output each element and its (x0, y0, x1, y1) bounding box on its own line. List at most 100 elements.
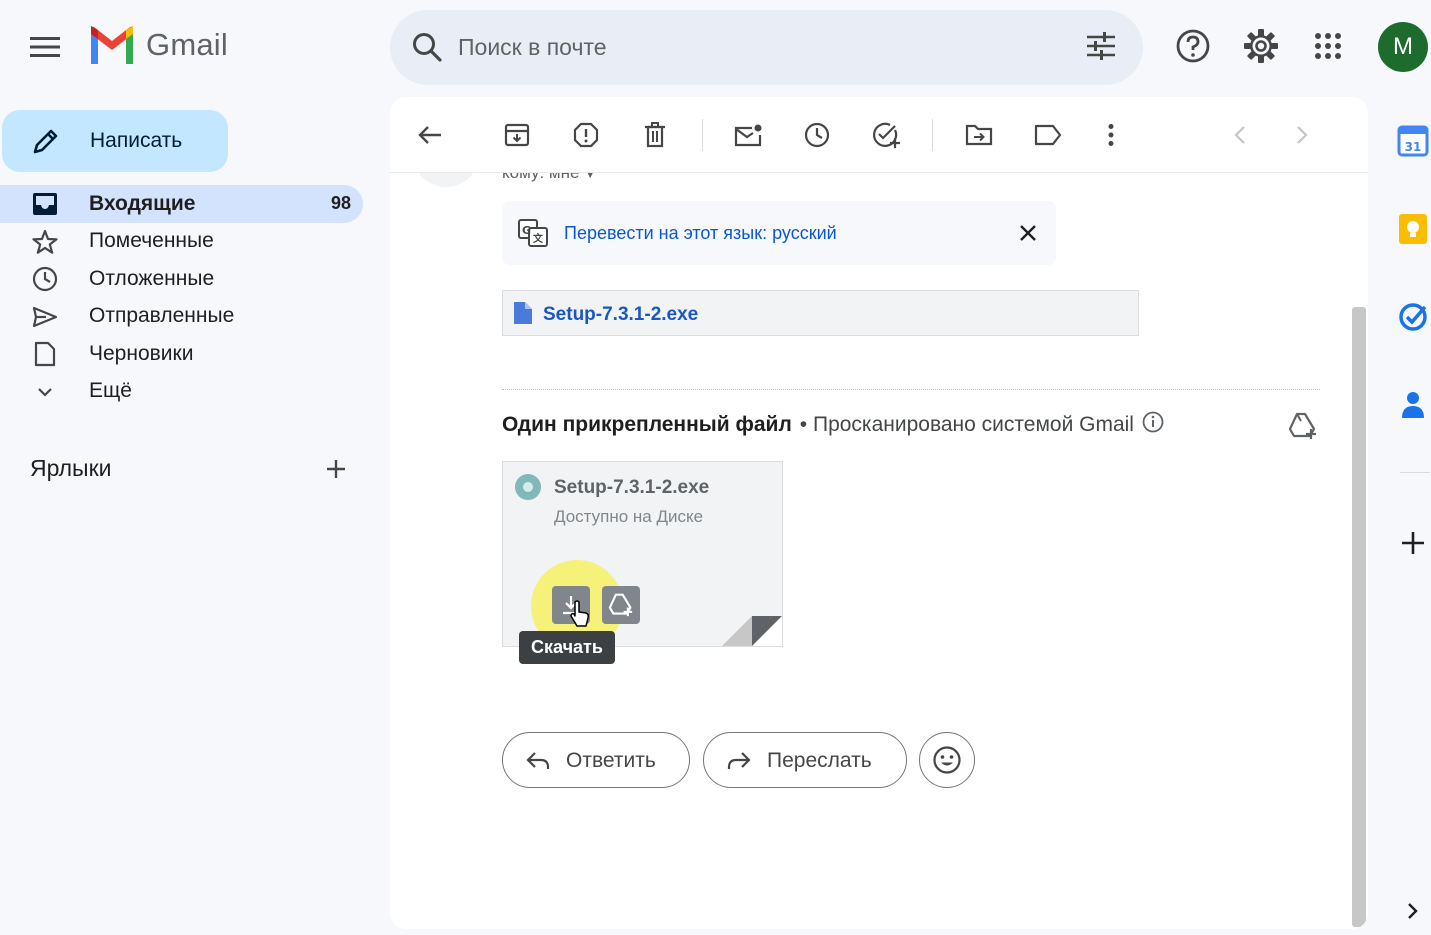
chevron-down-icon (32, 380, 58, 404)
search-button[interactable] (410, 30, 444, 69)
plus-icon (1402, 532, 1424, 554)
calendar-icon: 31 (1397, 125, 1429, 157)
add-to-tasks-button[interactable] (868, 117, 904, 153)
toolbar-divider (702, 119, 703, 151)
snooze-button[interactable] (799, 117, 835, 153)
translate-link[interactable]: Перевести на этот язык: русский (564, 223, 837, 244)
sidebar-item-starred[interactable]: Помеченные (0, 223, 380, 261)
attachments-header: Один прикрепленный файл • Просканировано… (502, 411, 1164, 439)
contacts-app-button[interactable] (1396, 388, 1430, 422)
rail-divider (1400, 472, 1430, 473)
add-to-drive-button[interactable] (602, 586, 640, 624)
search-bar (390, 10, 1143, 85)
info-icon[interactable] (1142, 411, 1164, 439)
sidebar-item-more[interactable]: Ещё (0, 373, 380, 411)
sidebar-item-label: Помеченные (89, 229, 214, 253)
chevron-right-icon (1297, 126, 1308, 144)
calendar-day: 31 (1405, 140, 1422, 154)
compose-label: Написать (90, 129, 183, 152)
star-icon (32, 229, 58, 254)
add-task-icon (873, 122, 900, 148)
reply-icon (526, 752, 550, 769)
pencil-icon (32, 127, 60, 160)
report-spam-button[interactable] (568, 117, 604, 153)
add-to-drive-icon (608, 593, 633, 617)
more-options-button[interactable] (1093, 117, 1129, 153)
sidebar-item-drafts[interactable]: Черновики (0, 335, 380, 373)
translate-icon: G文 (518, 219, 548, 252)
close-translate-button[interactable] (1014, 219, 1042, 247)
scrollbar-thumb[interactable] (1352, 307, 1366, 927)
emoji-reaction-button[interactable] (919, 732, 975, 788)
search-input[interactable] (458, 28, 1058, 66)
close-icon (1020, 225, 1036, 241)
move-to-button[interactable] (961, 117, 997, 153)
pointer-cursor-icon (570, 600, 589, 627)
page-fold-corner (752, 616, 782, 646)
keep-app-button[interactable] (1396, 212, 1430, 246)
sidebar-nav: Входящие 98 Помеченные Отложенные Отправ… (0, 185, 380, 410)
scan-status: • Просканировано системой Gmail (799, 413, 1134, 436)
labels-heading: Ярлыки (30, 455, 112, 481)
unread-count: 98 (330, 193, 351, 214)
search-options-button[interactable] (1085, 30, 1117, 67)
arrow-back-icon (418, 126, 441, 144)
create-label-button[interactable] (322, 455, 350, 483)
file-icon (513, 301, 533, 330)
trash-icon (645, 122, 665, 148)
download-tooltip: Скачать (519, 631, 615, 664)
gmail-m-icon (91, 26, 133, 64)
svg-text:G: G (522, 224, 531, 237)
tune-icon (1087, 32, 1115, 60)
report-icon (573, 122, 599, 148)
inline-file-chip[interactable]: Setup-7.3.1-2.exe (502, 290, 1139, 336)
main-menu-button[interactable] (22, 24, 68, 70)
attachments-title: Один прикрепленный файл (502, 413, 792, 436)
forward-icon (727, 752, 751, 769)
clock-icon (804, 122, 830, 148)
get-addons-button[interactable] (1396, 526, 1430, 560)
sidebar-item-label: Ещё (89, 379, 132, 403)
tasks-app-button[interactable] (1396, 300, 1430, 334)
calendar-app-button[interactable]: 31 (1396, 124, 1430, 158)
reply-label: Ответить (566, 749, 656, 772)
compose-button[interactable]: Написать (2, 110, 228, 172)
delete-button[interactable] (637, 117, 673, 153)
back-button[interactable] (412, 117, 448, 153)
google-apps-button[interactable] (1307, 25, 1349, 67)
sidebar-item-sent[interactable]: Отправленные (0, 298, 380, 336)
reply-button[interactable]: Ответить (502, 732, 690, 788)
gmail-wordmark: Gmail (146, 27, 228, 62)
add-to-drive-icon (1288, 412, 1316, 439)
clock-icon (32, 266, 58, 292)
hamburger-menu-icon (30, 37, 60, 57)
disc-file-icon (515, 474, 541, 500)
attachment-name: Setup-7.3.1-2.exe (554, 477, 710, 498)
sidebar-item-label: Отправленные (89, 304, 235, 328)
save-all-to-drive-button[interactable] (1286, 409, 1320, 443)
forward-button[interactable]: Переслать (703, 732, 907, 788)
settings-button[interactable] (1240, 25, 1282, 67)
chevron-right-icon (1408, 903, 1418, 919)
sidebar-item-inbox[interactable]: Входящие 98 (0, 185, 363, 223)
newer-button[interactable] (1222, 117, 1258, 153)
forward-label: Переслать (767, 749, 872, 772)
account-avatar[interactable]: M (1378, 22, 1428, 72)
mark-unread-button[interactable] (730, 117, 766, 153)
more-vert-icon (1108, 124, 1114, 146)
labels-button[interactable] (1030, 117, 1066, 153)
show-side-panel-button[interactable] (1396, 894, 1430, 928)
page-fold-shadow (722, 616, 752, 646)
archive-button[interactable] (499, 117, 535, 153)
older-button[interactable] (1284, 117, 1320, 153)
inbox-icon (32, 192, 58, 216)
archive-icon (504, 123, 530, 147)
mark-unread-icon (734, 124, 762, 147)
sidebar-item-snoozed[interactable]: Отложенные (0, 260, 380, 298)
attachment-card[interactable]: Setup-7.3.1-2.exe Доступно на Диске (502, 461, 783, 652)
sidebar-item-label: Входящие (89, 191, 196, 215)
side-panel-rail: 31 (1376, 100, 1431, 935)
help-button[interactable] (1172, 25, 1214, 67)
gmail-logo[interactable]: Gmail (88, 26, 228, 64)
chevron-left-icon (1234, 126, 1245, 144)
